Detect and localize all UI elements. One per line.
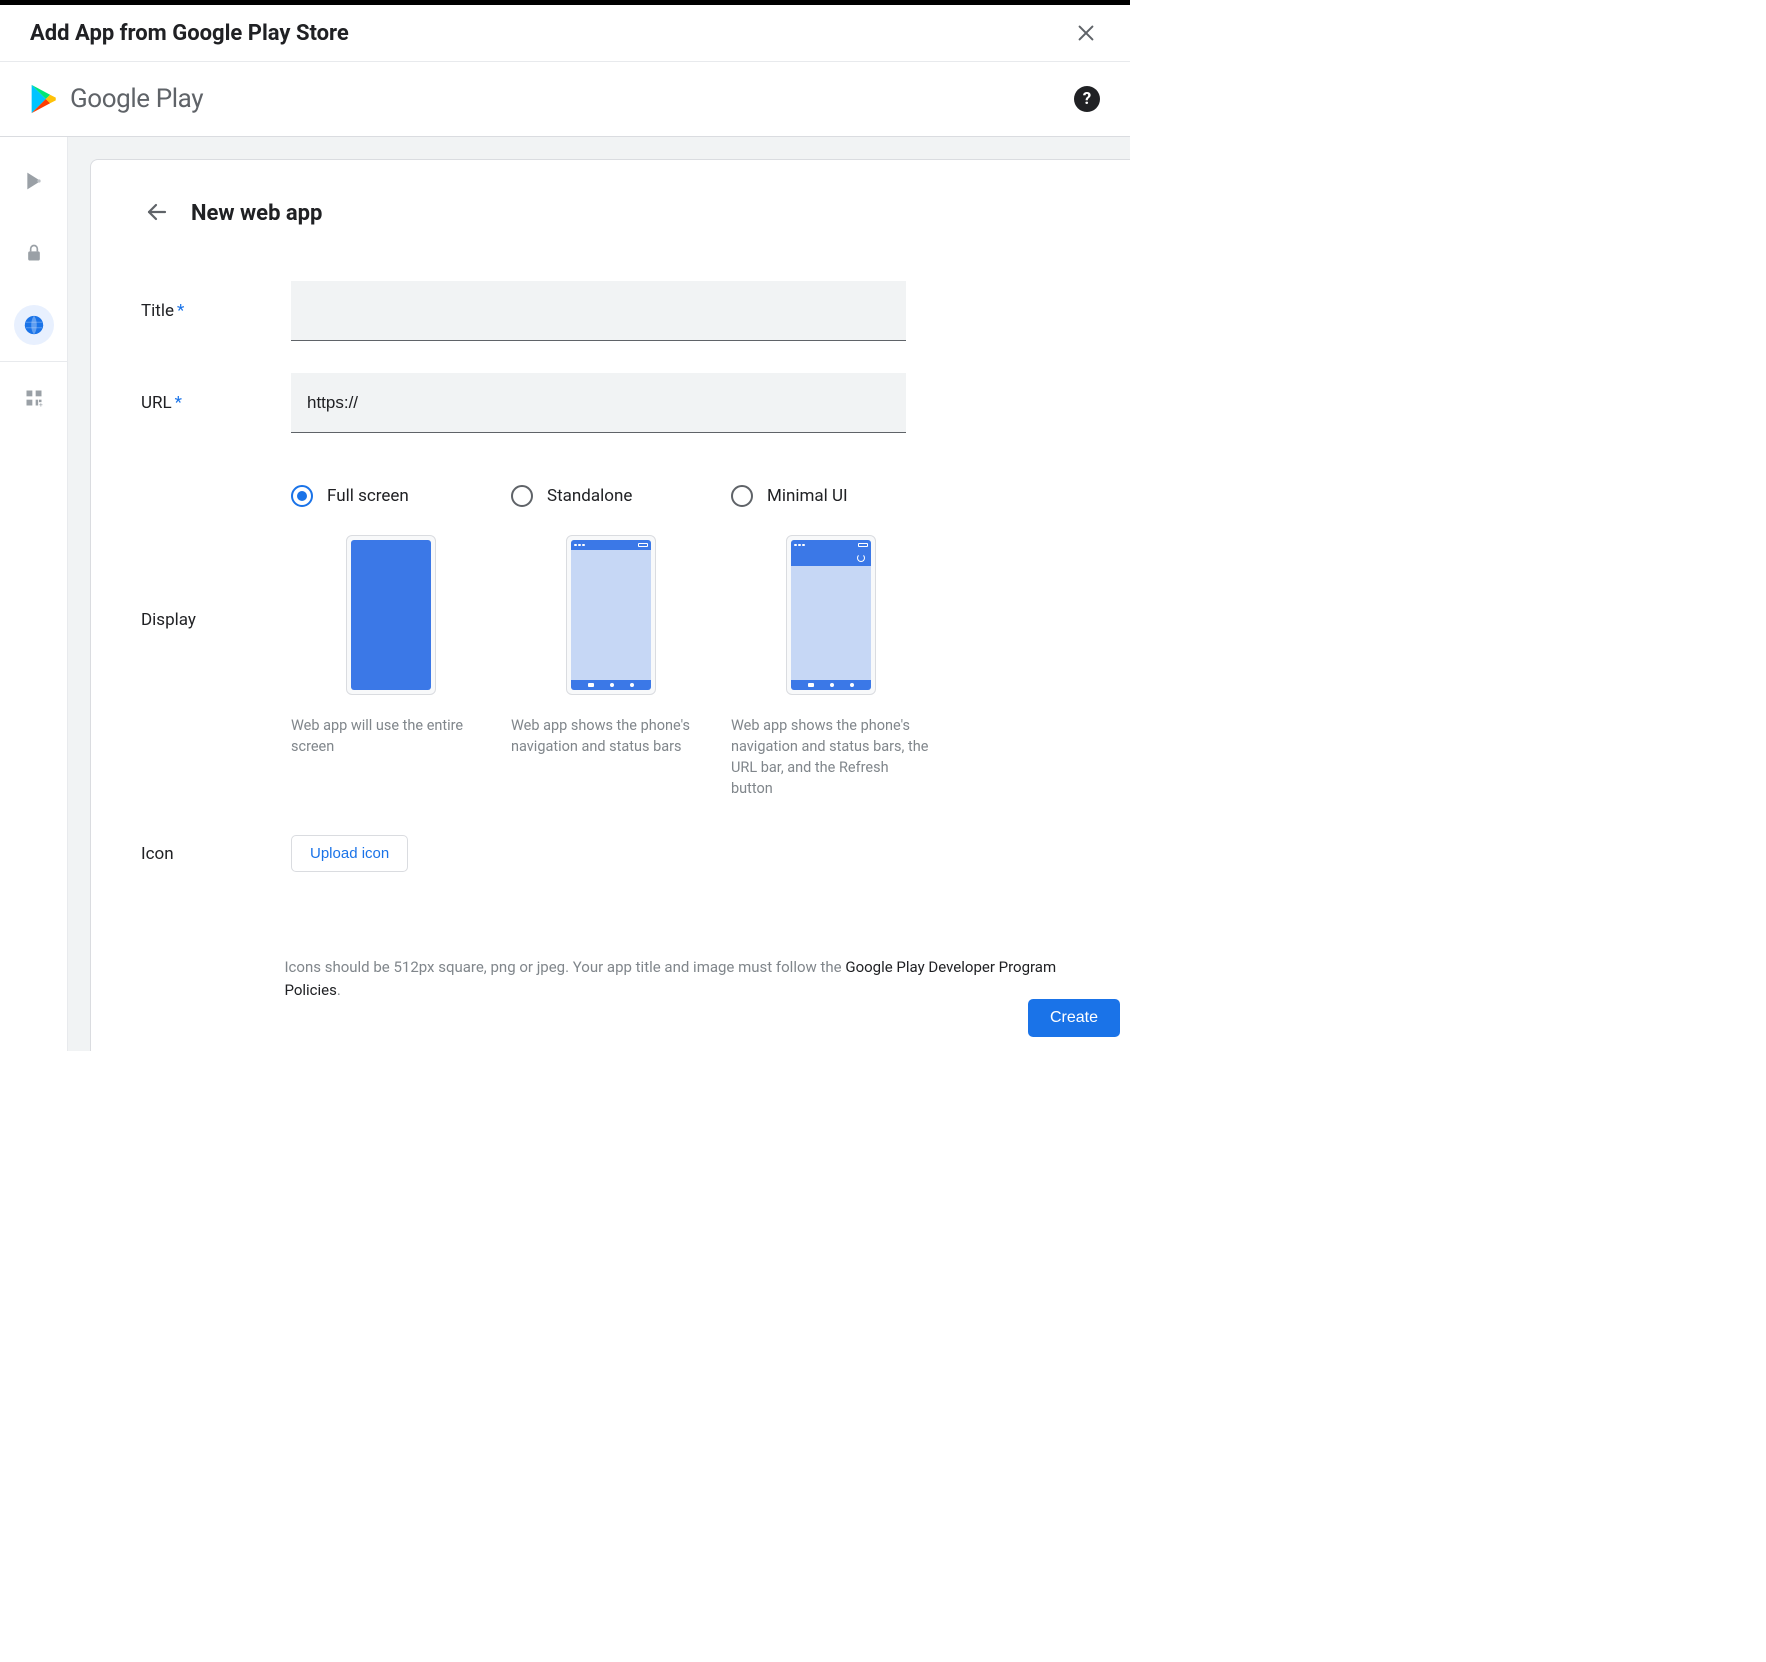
lock-icon [24, 243, 44, 263]
arrow-left-icon [145, 200, 169, 224]
play-triangle-icon [26, 82, 60, 116]
google-play-logo: Google Play [26, 82, 203, 116]
modal-title: Add App from Google Play Store [30, 21, 349, 46]
close-icon [1075, 22, 1097, 44]
desc-minimal: Web app shows the phone's navigation and… [731, 715, 931, 799]
page-title: New web app [191, 201, 322, 226]
radio-icon [511, 485, 533, 507]
rail-item-web[interactable] [14, 305, 54, 345]
svg-text:+: + [39, 401, 43, 408]
globe-icon [23, 314, 45, 336]
desc-standalone: Web app shows the phone's navigation and… [511, 715, 711, 757]
icon-caption: Icons should be 512px square, png or jpe… [284, 956, 1080, 1001]
radio-minimal[interactable]: Minimal UI [731, 485, 931, 507]
close-button[interactable] [1072, 19, 1100, 47]
play-header: Google Play ? [0, 62, 1130, 137]
help-button[interactable]: ? [1074, 86, 1100, 112]
upload-icon-button[interactable]: Upload icon [291, 835, 408, 872]
icon-label: Icon [141, 844, 291, 864]
title-input[interactable] [291, 281, 906, 341]
desc-full-screen: Web app will use the entire screen [291, 715, 491, 757]
display-option-full-screen: Full screen Web app will use the entire … [291, 485, 491, 799]
radio-icon [731, 485, 753, 507]
title-label: Title* [141, 301, 291, 321]
display-option-standalone: Standalone Web app shows the phone's nav… [511, 485, 711, 799]
display-label: Display [141, 485, 291, 630]
rail-item-lock[interactable] [14, 233, 54, 273]
preview-minimal [786, 535, 876, 695]
create-button[interactable]: Create [1028, 999, 1120, 1037]
radio-standalone[interactable]: Standalone [511, 485, 711, 507]
back-button[interactable] [141, 196, 173, 231]
modal-header: Add App from Google Play Store [0, 5, 1130, 62]
play-brand-text: Google Play [70, 84, 203, 114]
apps-grid-icon: + [24, 388, 44, 408]
new-web-app-card: New web app Title* URL* Display [90, 159, 1130, 1051]
url-input[interactable] [291, 373, 906, 433]
radio-icon [291, 485, 313, 507]
play-outline-icon [24, 171, 44, 191]
preview-full-screen [346, 535, 436, 695]
rail-item-play[interactable] [14, 161, 54, 201]
preview-standalone [566, 535, 656, 695]
left-rail: + [0, 137, 68, 1051]
radio-full-screen[interactable]: Full screen [291, 485, 491, 507]
url-label: URL* [141, 393, 291, 413]
rail-item-apps[interactable]: + [14, 378, 54, 418]
display-option-minimal: Minimal UI Web app shows the phone's nav… [731, 485, 931, 799]
